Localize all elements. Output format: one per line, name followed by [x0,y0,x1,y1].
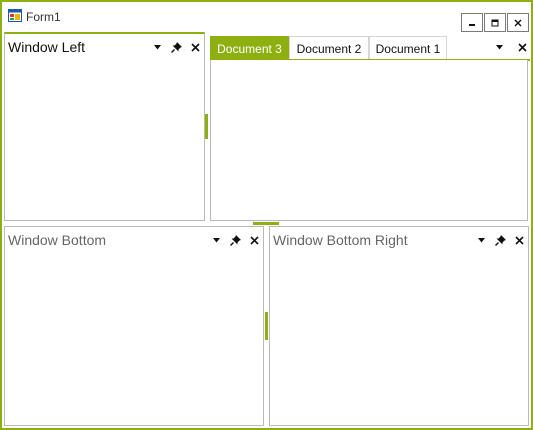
close-icon [250,235,259,245]
tab-document-1[interactable]: Document 1 [369,36,447,60]
documents-dropdown-button[interactable] [494,42,505,53]
close-pane-button[interactable] [190,42,201,53]
app-icon [8,9,22,22]
pin-button[interactable] [495,234,506,246]
splitter-left-documents[interactable] [205,114,208,139]
document-content[interactable] [210,60,528,221]
pane-title-window-bottom-right: Window Bottom Right [273,232,408,248]
chevron-down-icon [154,44,161,49]
pin-button[interactable] [230,234,241,246]
form-window: Form1 Window Left Document 3 Document 2 … [0,0,533,430]
pane-window-bottom-right[interactable]: Window Bottom Right [269,226,529,426]
maximize-button[interactable] [484,13,506,32]
close-button[interactable] [507,13,529,32]
window-title: Form1 [26,10,61,24]
pane-window-left[interactable]: Window Left [4,32,205,221]
close-pane-button[interactable] [249,235,260,246]
tab-document-3[interactable]: Document 3 [210,36,289,60]
dropdown-button[interactable] [211,235,222,246]
pin-icon [230,234,241,246]
pin-icon [495,234,506,246]
title-bar: Form1 [2,2,531,32]
splitter-top-bottom[interactable] [253,222,279,225]
close-icon [191,42,200,52]
maximize-icon [491,19,499,26]
close-icon [514,19,522,26]
documents-close-button[interactable] [517,42,528,53]
close-icon [515,235,524,245]
pin-icon [171,41,182,53]
document-tabstrip: Document 3 Document 2 Document 1 [210,36,530,60]
splitter-bottom-panes[interactable] [265,312,268,340]
chevron-down-icon [478,237,485,242]
minimize-icon [469,23,475,26]
tab-document-2[interactable]: Document 2 [289,36,369,60]
chevron-down-icon [496,44,503,49]
pin-button[interactable] [171,41,182,53]
dropdown-button[interactable] [476,235,487,246]
close-icon [518,42,527,52]
pane-title-window-left: Window Left [8,39,86,55]
chevron-down-icon [213,237,220,242]
pane-title-window-bottom: Window Bottom [8,232,107,248]
minimize-button[interactable] [461,13,483,32]
dropdown-button[interactable] [152,42,163,53]
close-pane-button[interactable] [514,235,525,246]
pane-window-bottom[interactable]: Window Bottom [4,226,264,426]
